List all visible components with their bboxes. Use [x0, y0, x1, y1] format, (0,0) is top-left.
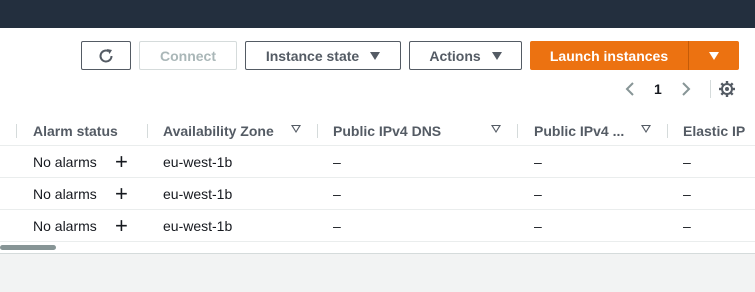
alarm-status-cell: No alarms [33, 153, 97, 170]
column-header-alarm-status[interactable]: Alarm status [33, 116, 118, 145]
public-dns-cell: – [333, 185, 341, 202]
column-separator [517, 124, 518, 138]
elastic-ip-cell: – [683, 217, 691, 234]
alarm-status-cell: No alarms [33, 217, 97, 234]
column-header-public-ipv4-dns[interactable]: Public IPv4 DNS [333, 116, 441, 145]
pager-divider [710, 80, 711, 98]
refresh-icon [99, 48, 113, 62]
column-header-label: Public IPv4 ... [534, 122, 625, 139]
public-dns-cell: – [333, 153, 341, 170]
page-number[interactable]: 1 [654, 78, 662, 100]
column-header-public-ipv4[interactable]: Public IPv4 ... [534, 116, 624, 145]
current-page-label: 1 [654, 81, 662, 97]
availability-zone-cell: eu-west-1b [163, 217, 233, 234]
sort-icon[interactable] [291, 125, 301, 133]
chevron-right-icon [682, 82, 691, 96]
column-separator [667, 124, 668, 138]
connect-button[interactable]: Connect [139, 41, 237, 70]
caret-down-icon [709, 51, 719, 60]
alarm-status-cell: No alarms [33, 185, 97, 202]
chevron-left-icon [625, 82, 634, 96]
instance-state-button[interactable]: Instance state [245, 41, 401, 70]
availability-zone-cell: eu-west-1b [163, 185, 233, 202]
launch-options-dropdown-button[interactable] [689, 41, 739, 70]
instance-state-label: Instance state [265, 47, 360, 64]
connect-button-label: Connect [160, 47, 216, 64]
sort-icon[interactable] [641, 125, 651, 133]
elastic-ip-cell: – [683, 185, 691, 202]
public-dns-cell: – [333, 217, 341, 234]
sort-icon[interactable] [491, 125, 501, 133]
caret-down-icon [491, 51, 502, 60]
column-header-label: Alarm status [33, 122, 118, 139]
launch-instances-button[interactable]: Launch instances [530, 41, 688, 70]
preferences-button[interactable] [718, 78, 736, 100]
add-alarm-icon[interactable]: + [115, 178, 128, 209]
table-row[interactable]: No alarms + eu-west-1b – – – [0, 178, 755, 210]
actions-button[interactable]: Actions [409, 41, 522, 70]
add-alarm-icon[interactable]: + [115, 146, 128, 177]
public-ipv4-cell: – [534, 153, 542, 170]
column-header-availability-zone[interactable]: Availability Zone [163, 116, 274, 145]
column-separator [16, 124, 17, 138]
add-alarm-icon[interactable]: + [115, 210, 128, 241]
availability-zone-cell: eu-west-1b [163, 153, 233, 170]
actions-label: Actions [429, 47, 481, 64]
column-header-elastic-ip[interactable]: Elastic IP [683, 116, 745, 145]
column-separator [317, 124, 318, 138]
column-header-label: Public IPv4 DNS [333, 122, 442, 139]
elastic-ip-cell: – [683, 153, 691, 170]
table-header: Alarm status Availability Zone Public IP… [0, 116, 755, 146]
column-separator [147, 124, 148, 138]
public-ipv4-cell: – [534, 217, 542, 234]
table-row[interactable]: No alarms + eu-west-1b – – – [0, 146, 755, 178]
previous-page-button[interactable] [624, 78, 636, 100]
gear-icon [719, 81, 735, 97]
refresh-button[interactable] [81, 41, 131, 70]
caret-down-icon [370, 51, 381, 60]
horizontal-scrollbar[interactable] [0, 245, 56, 250]
table-row[interactable]: No alarms + eu-west-1b – – – [0, 210, 755, 242]
public-ipv4-cell: – [534, 185, 542, 202]
launch-instances-label: Launch instances [549, 47, 669, 64]
next-page-button[interactable] [680, 78, 692, 100]
top-navigation-bar [0, 0, 755, 28]
column-header-label: Elastic IP [683, 122, 746, 139]
column-header-label: Availability Zone [163, 122, 274, 139]
